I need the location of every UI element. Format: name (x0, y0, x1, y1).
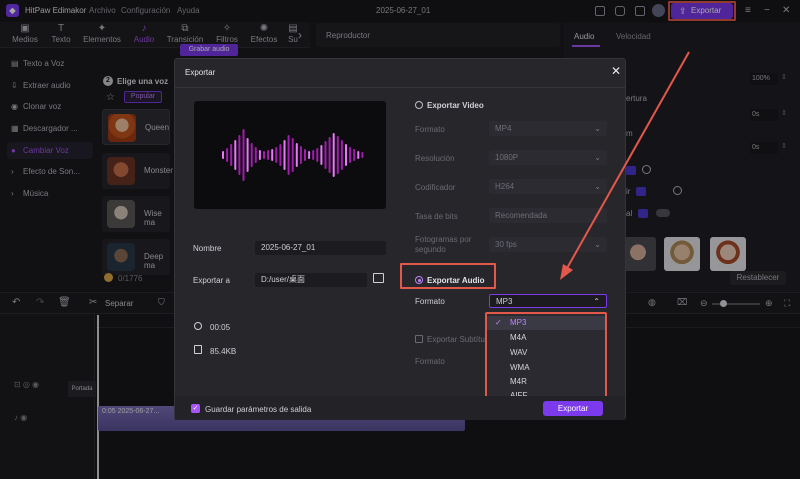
arrow-head (560, 264, 573, 280)
annotation-arrow (560, 51, 690, 280)
arrow-line (565, 51, 690, 271)
